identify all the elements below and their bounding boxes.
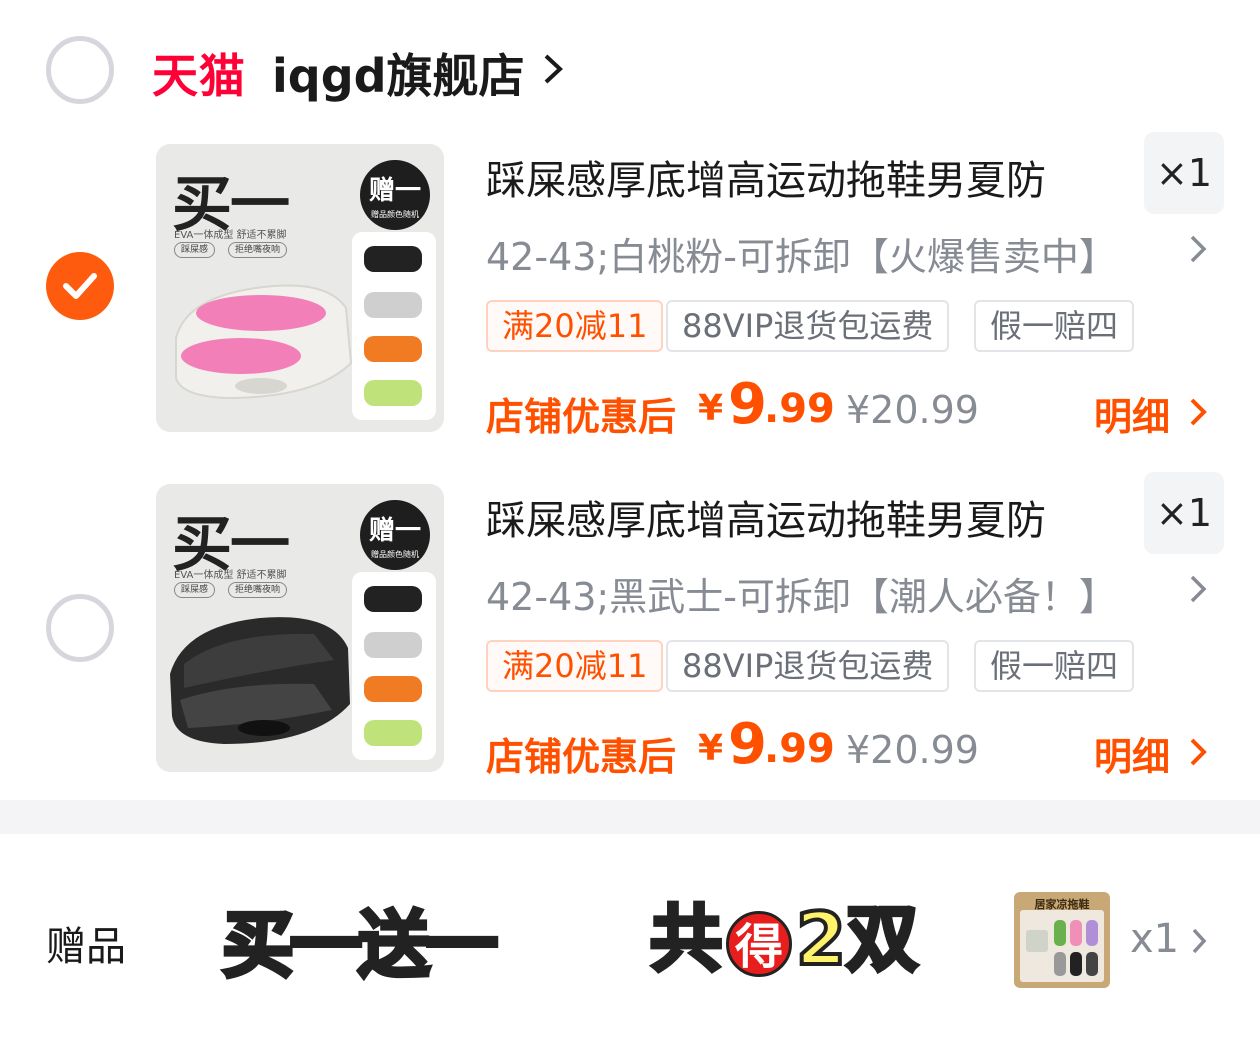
thumb-pill: 拒绝嘴夜响 xyxy=(228,242,288,258)
promo-banner-total: 共得 2双 xyxy=(648,895,920,983)
slipper-illustration xyxy=(170,617,350,744)
service-tag: 假一赔四 xyxy=(974,300,1135,352)
thumb-pill: 踩屎感 xyxy=(174,582,216,598)
gift-quantity: x1 xyxy=(1130,916,1180,962)
check-icon xyxy=(63,273,97,299)
store-header: 天猫 iqgd旗舰店 xyxy=(0,0,1260,140)
chevron-right-icon[interactable] xyxy=(1188,926,1210,956)
gift-row[interactable]: 赠品 买一送一 共得 2双 居家凉拖鞋 x1 xyxy=(0,834,1260,1041)
product-image[interactable]: 买一 EVA一体成型 舒适不累脚 踩屎感 拒绝嘴夜响 赠一 赠品颜色随机 xyxy=(156,144,444,432)
gift-color-options xyxy=(352,572,436,760)
quantity-box[interactable]: ×1 xyxy=(1144,472,1224,554)
price-integer: 9 xyxy=(728,372,767,437)
price-currency: ¥ xyxy=(698,388,724,429)
gift-badge: 赠一 赠品颜色随机 xyxy=(360,500,430,570)
price-label: 店铺优惠后 xyxy=(486,735,677,779)
chevron-right-icon[interactable] xyxy=(1186,572,1210,606)
price-label: 店铺优惠后 xyxy=(486,395,677,439)
price-decimal: .99 xyxy=(764,726,835,772)
product-image[interactable]: 买一 EVA一体成型 舒适不累脚 踩屎感 拒绝嘴夜响 赠一 赠品颜色随机 xyxy=(156,484,444,772)
store-name[interactable]: iqgd旗舰店 xyxy=(272,40,525,106)
slipper-illustration xyxy=(175,284,353,400)
sku-selector[interactable]: 42-43;黑武士-可拆卸【潮人必备！】 xyxy=(486,566,1117,621)
original-price: ¥20.99 xyxy=(846,388,979,432)
gift-product-image[interactable]: 居家凉拖鞋 xyxy=(1014,892,1110,988)
store-select-radio[interactable] xyxy=(46,36,114,104)
chevron-right-icon[interactable] xyxy=(1186,396,1210,428)
chevron-right-icon[interactable] xyxy=(1186,232,1210,266)
product-title[interactable]: 踩屎感厚底增高运动拖鞋男夏防 xyxy=(486,488,1046,546)
sku-selector[interactable]: 42-43;白桃粉-可拆卸【火爆售卖中】 xyxy=(486,226,1117,281)
cart-item: 买一 EVA一体成型 舒适不累脚 踩屎感 拒绝嘴夜响 赠一 赠品颜色随机 踩屎感厚… xyxy=(0,472,1260,781)
gift-badge: 赠一 赠品颜色随机 xyxy=(360,160,430,230)
price-detail-link[interactable]: 明细 xyxy=(1094,726,1170,781)
gift-label: 赠品 xyxy=(46,924,126,970)
thumb-caption: EVA一体成型 舒适不累脚 xyxy=(174,570,287,581)
chevron-right-icon[interactable] xyxy=(540,52,566,86)
price-detail-link[interactable]: 明细 xyxy=(1094,386,1170,441)
quantity-box[interactable]: ×1 xyxy=(1144,132,1224,214)
gift-color-options xyxy=(352,232,436,420)
promo-tag: 满20减11 xyxy=(486,640,664,692)
promo-tag: 满20减11 xyxy=(486,300,664,352)
thumb-pill: 踩屎感 xyxy=(174,242,216,258)
price-integer: 9 xyxy=(728,712,767,777)
item-select-radio[interactable] xyxy=(46,252,114,320)
product-title[interactable]: 踩屎感厚底增高运动拖鞋男夏防 xyxy=(486,148,1046,206)
chevron-right-icon[interactable] xyxy=(1186,736,1210,768)
thumb-caption: EVA一体成型 舒适不累脚 xyxy=(174,230,287,241)
cart-item: 买一 EVA一体成型 舒适不累脚 踩屎感 拒绝嘴夜响 赠一 赠品颜色随机 踩屎感厚… xyxy=(0,132,1260,441)
service-tag: 假一赔四 xyxy=(974,640,1135,692)
price-decimal: .99 xyxy=(764,386,835,432)
thumb-pill: 拒绝嘴夜响 xyxy=(228,582,288,598)
promo-banner-buy-one-get-one: 买一送一 xyxy=(220,901,500,989)
section-divider xyxy=(0,800,1260,834)
tmall-logo: 天猫 xyxy=(152,49,246,103)
item-select-radio[interactable] xyxy=(46,594,114,662)
service-tag: 88VIP退货包运费 xyxy=(666,300,950,352)
service-tag: 88VIP退货包运费 xyxy=(666,640,950,692)
original-price: ¥20.99 xyxy=(846,728,979,772)
price-currency: ¥ xyxy=(698,728,724,769)
